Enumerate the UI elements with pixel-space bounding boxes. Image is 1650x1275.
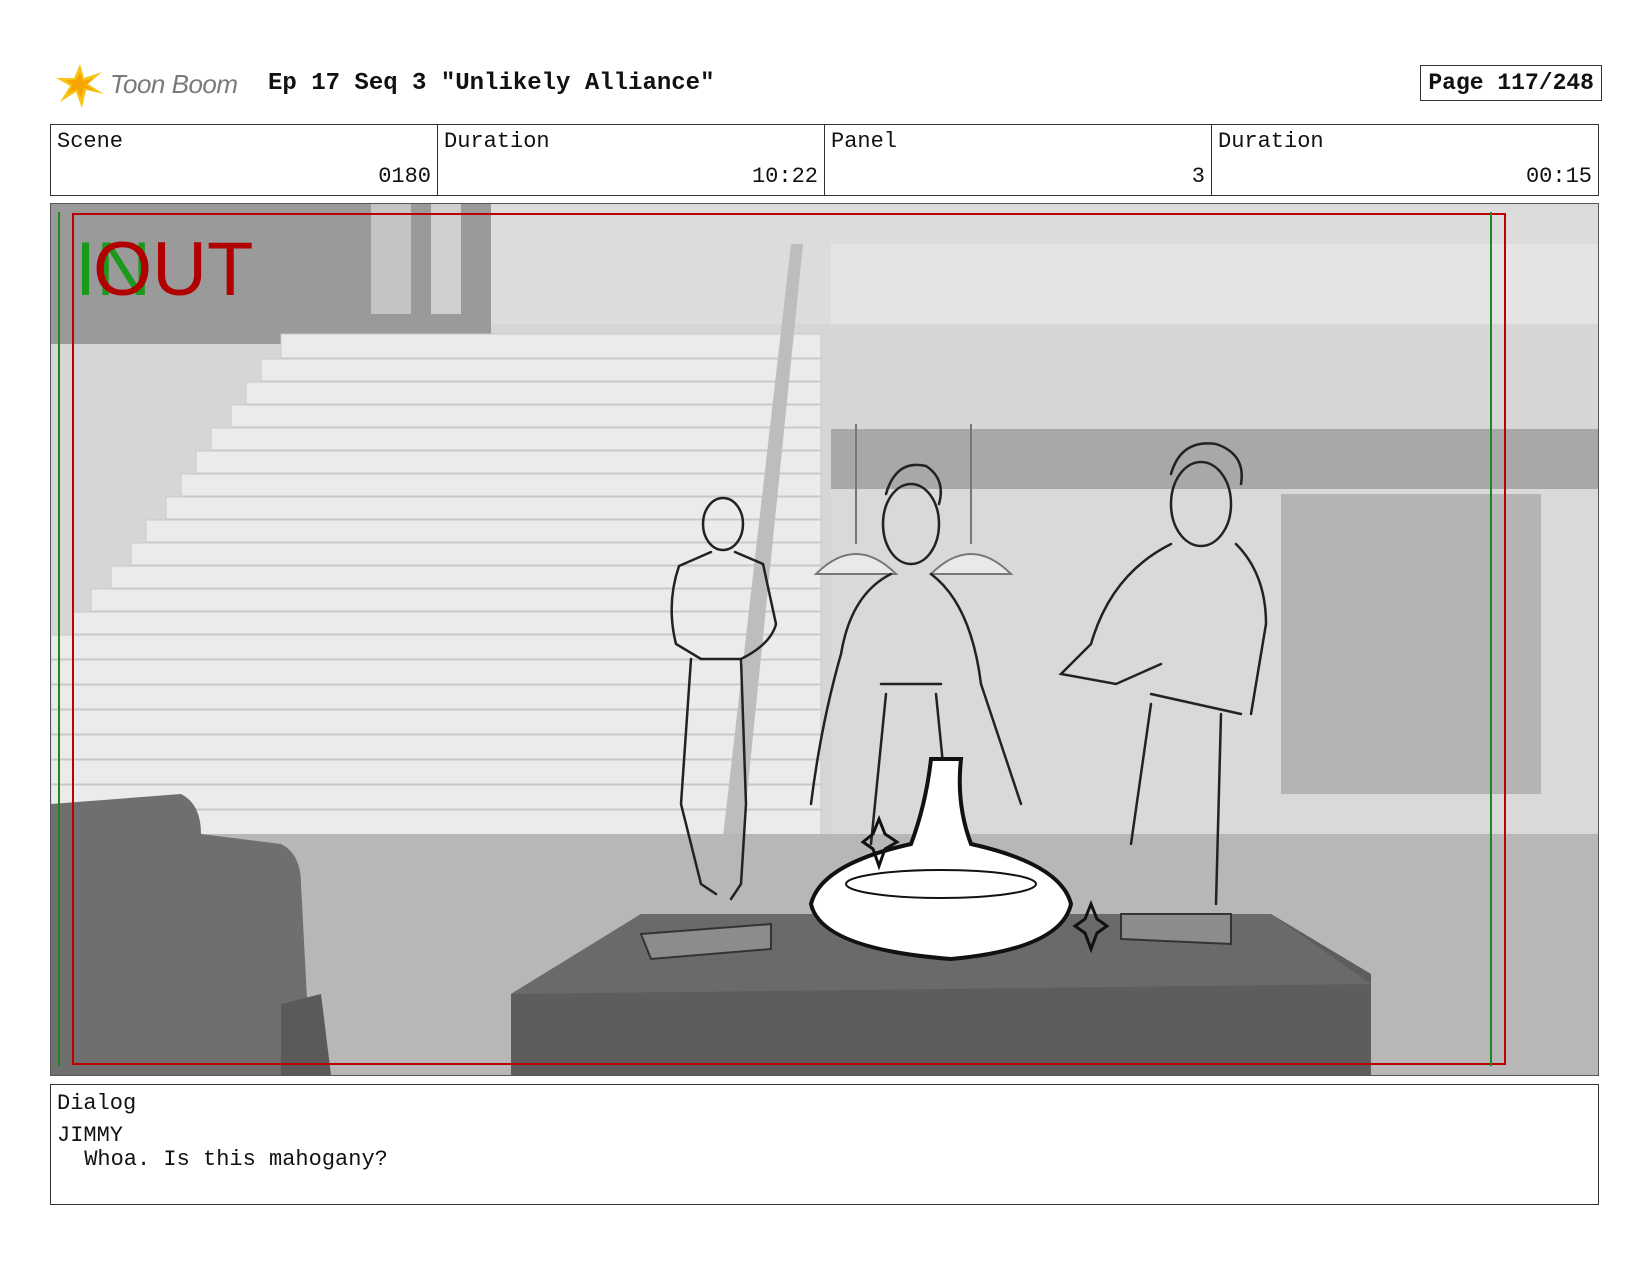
scene-duration-label: Duration	[444, 129, 550, 154]
starburst-icon	[56, 64, 104, 108]
scene-duration-cell: Duration 10:22	[438, 125, 825, 195]
panel-cell: Panel 3	[825, 125, 1212, 195]
logo-text: Toon Boom	[110, 68, 238, 99]
scene-label: Scene	[57, 129, 124, 154]
toon-boom-logo: Toon Boom	[54, 58, 238, 110]
out-marker: OUT	[93, 227, 254, 312]
dialog-line: Whoa. Is this mahogany?	[71, 1147, 388, 1172]
panel-duration-value: 00:15	[1525, 164, 1592, 189]
panel-duration-cell: Duration 00:15	[1212, 125, 1598, 195]
dialog-speaker: JIMMY	[57, 1123, 124, 1148]
dialog-box: Dialog JIMMY Whoa. Is this mahogany?	[50, 1084, 1599, 1205]
panel-duration-label: Duration	[1218, 129, 1324, 154]
panel-value: 3	[1191, 164, 1205, 189]
panel-label: Panel	[831, 129, 898, 154]
document-title: Ep 17 Seq 3 "Unlikely Alliance"	[268, 70, 715, 97]
scene-duration-value: 10:22	[751, 164, 818, 189]
page-number: Page 117/248	[1420, 65, 1602, 101]
scene-value: 0180	[378, 164, 431, 189]
panel-drawing	[51, 204, 1598, 1075]
scene-cell: Scene 0180	[51, 125, 438, 195]
storyboard-panel: IN OUT	[50, 203, 1599, 1076]
scene-info-table: Scene 0180 Duration 10:22 Panel 3 Durati…	[50, 124, 1599, 196]
dialog-label: Dialog	[57, 1091, 137, 1116]
